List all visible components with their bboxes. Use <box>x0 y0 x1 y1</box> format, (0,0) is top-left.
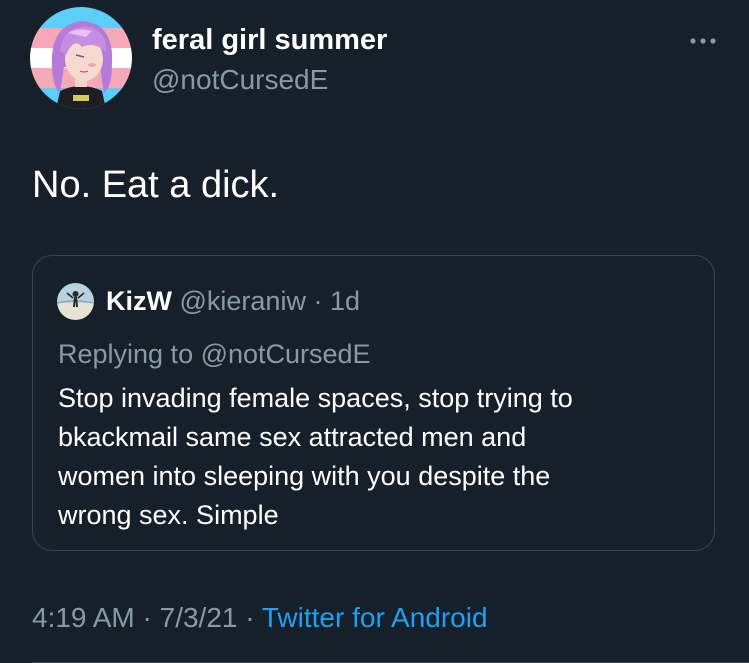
tweet-detail: feral girl summer @notCursedE No. Eat a … <box>0 0 749 663</box>
more-options-button[interactable] <box>681 26 725 56</box>
author-avatar-image <box>30 7 132 109</box>
quoted-text-line: women into sleeping with you despite the <box>58 461 551 491</box>
quoted-tweet-time: 1d <box>329 286 361 316</box>
quoted-author-name: KizW <box>106 286 172 316</box>
quoted-replying-to: Replying to @notCursedE <box>58 339 371 369</box>
tweet-time[interactable]: 4:19 AM <box>32 602 135 633</box>
quoted-text-line: wrong sex. Simple <box>58 500 279 530</box>
tweet-date[interactable]: 7/3/21 <box>160 602 238 633</box>
more-icon <box>690 38 716 44</box>
quoted-tweet-meta: KizW @kieraniw · 1d <box>106 283 360 319</box>
tweet-text: No. Eat a dick. <box>32 164 280 206</box>
quoted-avatar-image <box>57 283 94 320</box>
author-name[interactable]: feral girl summer <box>152 24 387 57</box>
quoted-text-line: bkackmail same sex attracted men and <box>58 422 527 452</box>
quoted-meta-separator: · <box>313 286 323 316</box>
quoted-tweet-card[interactable]: KizW @kieraniw · 1d Replying to @notCurs… <box>32 255 715 551</box>
footer-separator: · <box>245 602 255 633</box>
author-avatar[interactable] <box>30 7 132 109</box>
quoted-author-handle: @kieraniw <box>179 286 306 316</box>
quoted-text-line: Stop invading female spaces, stop trying… <box>58 383 573 413</box>
footer-separator: · <box>142 602 152 633</box>
quoted-tweet-text: Stop invading female spaces, stop trying… <box>58 379 698 535</box>
quoted-avatar <box>57 283 94 320</box>
tweet-footer: 4:19 AM · 7/3/21 · Twitter for Android <box>32 600 488 636</box>
author-handle[interactable]: @notCursedE <box>152 64 328 96</box>
tweet-source-link[interactable]: Twitter for Android <box>262 602 488 633</box>
